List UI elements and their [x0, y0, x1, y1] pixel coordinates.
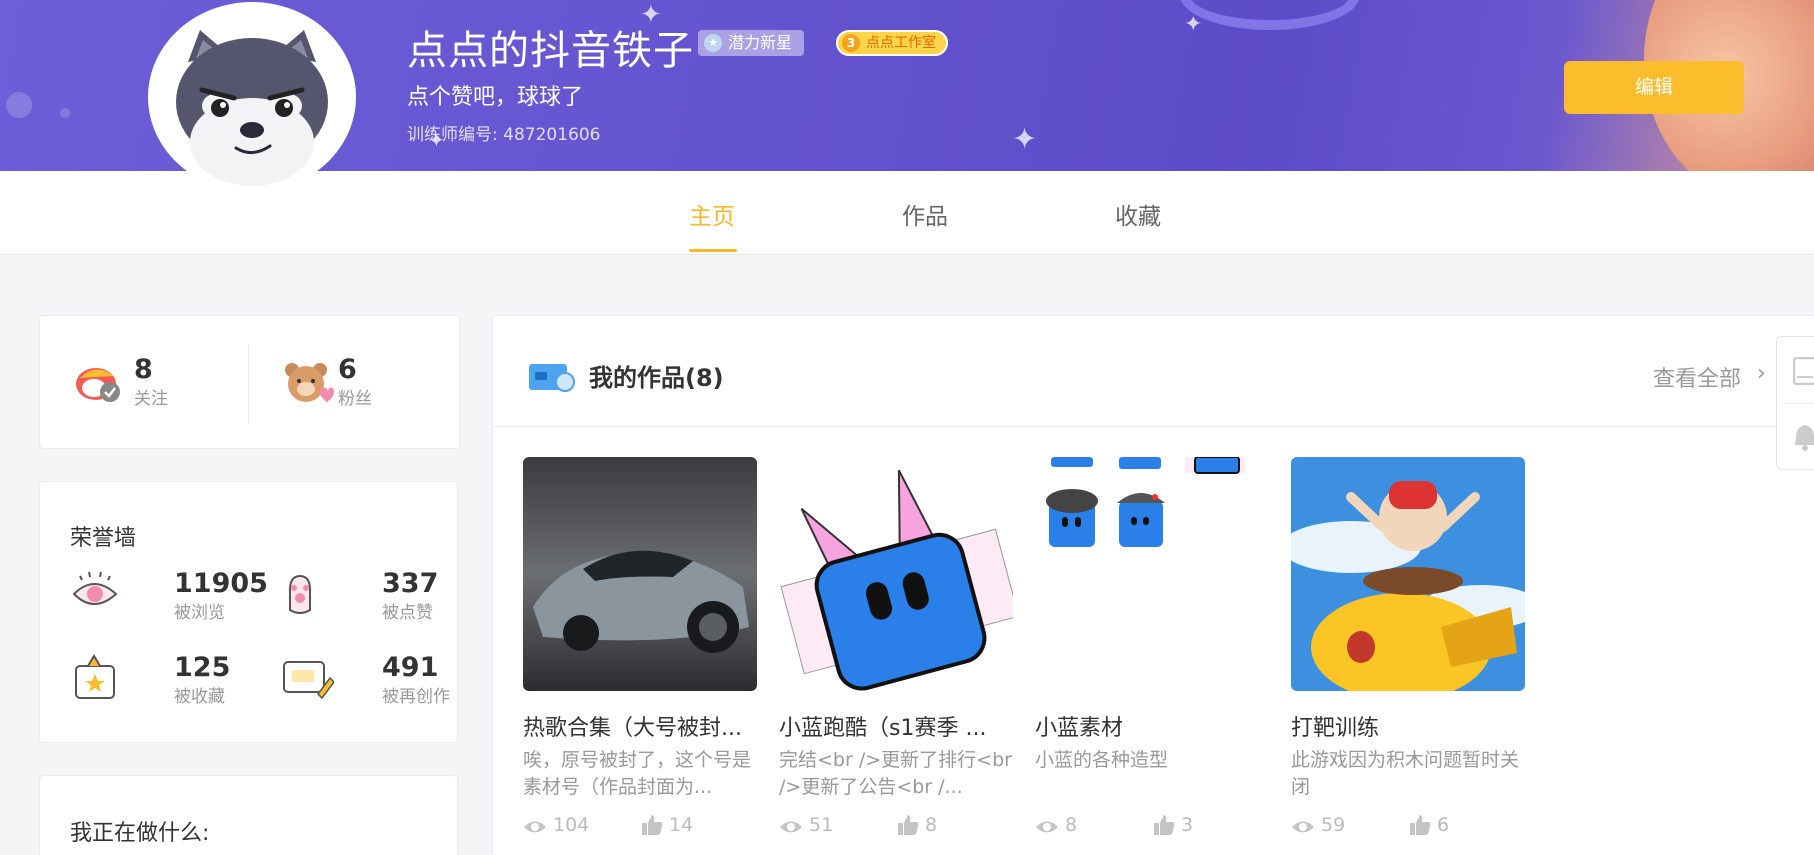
work-like-count: 6 [1437, 814, 1450, 836]
following-bird-icon [76, 368, 120, 402]
work-thumbnail[interactable] [523, 457, 757, 691]
views-stat: 11905 被浏览 [70, 568, 268, 623]
work-description: 此游戏因为积木问题暂时关闭 [1291, 749, 1520, 798]
badge-star-label: 潜力新星 [728, 33, 793, 52]
fans-count: 6 [338, 354, 357, 385]
eye-icon [1292, 821, 1314, 833]
favorites-stat: 125 被收藏 [70, 652, 230, 707]
work-view-count: 8 [1065, 814, 1078, 836]
edit-button[interactable]: 编辑 [1564, 61, 1744, 114]
studio-level-icon: 3 [842, 34, 860, 52]
eye-icon [524, 821, 546, 833]
remixes-stat: 491 被再创作 [280, 652, 450, 707]
toolbar-divider [1783, 403, 1814, 404]
eye-icon [780, 821, 802, 833]
views-label: 被浏览 [174, 603, 225, 623]
work-thumbnail[interactable] [1291, 457, 1525, 691]
profile-name: 点点的抖音铁子 [407, 28, 694, 74]
badge-studio-label: 点点工作室 [866, 35, 936, 51]
bell-icon[interactable] [1793, 423, 1814, 451]
work-like-count: 14 [669, 814, 694, 836]
thumbs-up-icon [1410, 815, 1431, 835]
sparkle-icon: ✦ [1184, 12, 1203, 37]
eye-icon [72, 571, 118, 605]
husky-avatar-icon [176, 30, 328, 186]
following-count: 8 [134, 354, 153, 385]
chevron-right-icon[interactable]: › [1757, 361, 1766, 386]
following-label: 关注 [134, 389, 168, 409]
fans-stat[interactable]: 6 粉丝 [282, 354, 372, 409]
work-description: 小蓝的各种造型 [1035, 749, 1169, 771]
favorites-count: 125 [174, 652, 231, 683]
work-title[interactable]: 热歌合集（大号被封... [523, 710, 759, 742]
likes-count: 337 [382, 568, 439, 599]
sports-car-image [523, 457, 757, 691]
work-view-count: 51 [809, 814, 834, 836]
tab-favorites[interactable]: 收藏 [1115, 197, 1161, 231]
tab-home[interactable]: 主页 [689, 197, 735, 231]
trainer-id: 训练师编号: 487201606 [407, 125, 601, 145]
work-title[interactable]: 打靶训练 [1291, 710, 1527, 742]
work-description: 完结<br />更新了排行<br />更新了公告<br /... [779, 749, 1012, 798]
remixes-count: 491 [382, 652, 439, 683]
follow-card: 8 关注 6 粉丝 [39, 315, 460, 449]
work-like-count: 3 [1181, 814, 1194, 836]
thumbs-up-icon [642, 815, 663, 835]
tab-works[interactable]: 作品 [902, 197, 948, 231]
works-header: 我的作品(8) 查看全部 › [493, 316, 1814, 427]
likes-label: 被点赞 [382, 603, 433, 623]
honor-wall-title: 荣誉墙 [70, 526, 137, 551]
sparkle-icon: ✦ [1012, 122, 1038, 157]
work-description: 唉，原号被封了，这个号是素材号（作品封面为... [523, 749, 752, 798]
profile-bio: 点个赞吧，球球了 [407, 85, 584, 110]
ring-decoration [1180, 0, 1360, 30]
floating-toolbar [1776, 336, 1814, 470]
doing-title: 我正在做什么: [70, 821, 210, 846]
fans-bear-icon [285, 363, 334, 403]
work-like-count: 8 [925, 814, 938, 836]
work-view-count: 104 [553, 814, 590, 836]
works-folder-icon [529, 364, 575, 392]
work-title[interactable]: 小蓝跑酷（s1赛季 ... [779, 710, 1015, 742]
remixes-label: 被再创作 [382, 687, 450, 707]
avatar[interactable] [148, 2, 356, 192]
work-title[interactable]: 小蓝素材 [1035, 710, 1271, 742]
studio-badge[interactable]: 3 点点工作室 [836, 30, 948, 56]
potential-star-badge[interactable]: ★ 潜力新星 [698, 30, 805, 56]
favorites-label: 被收藏 [174, 687, 225, 707]
star-badge-icon: ★ [704, 34, 722, 52]
favorites-box-icon [75, 654, 115, 699]
blue-sprites-image [1046, 457, 1245, 547]
blue-bunny-character-image [780, 469, 1013, 691]
active-tab-indicator [689, 249, 737, 252]
my-works-panel: 我的作品(8) 查看全部 › 热歌合集（大号被封... 唉，原号被封了，这个号是… [492, 315, 1814, 855]
paw-icon [289, 574, 311, 614]
honor-wall-card: 荣誉墙 11905 被浏览 337 被点赞 125 被收藏 491 被再创作 [39, 481, 458, 743]
thumbs-up-icon [898, 815, 919, 835]
work-view-count: 59 [1321, 814, 1346, 836]
thumbs-up-icon [1154, 815, 1175, 835]
eye-icon [1036, 821, 1058, 833]
views-count: 11905 [174, 568, 268, 599]
tablet-icon[interactable] [1793, 357, 1814, 385]
remix-pencil-icon [283, 661, 335, 700]
works-title: 我的作品(8) [589, 364, 724, 392]
fans-label: 粉丝 [338, 389, 372, 409]
work-thumbnail[interactable] [1035, 457, 1269, 691]
following-stat[interactable]: 8 关注 [74, 354, 168, 409]
see-all-link[interactable]: 查看全部 [1653, 361, 1741, 393]
likes-stat: 337 被点赞 [280, 568, 438, 623]
doing-card: 我正在做什么: [39, 775, 458, 855]
stat-divider [248, 344, 249, 424]
hamster-pilot-image [1291, 457, 1525, 691]
work-thumbnail[interactable] [779, 457, 1013, 691]
